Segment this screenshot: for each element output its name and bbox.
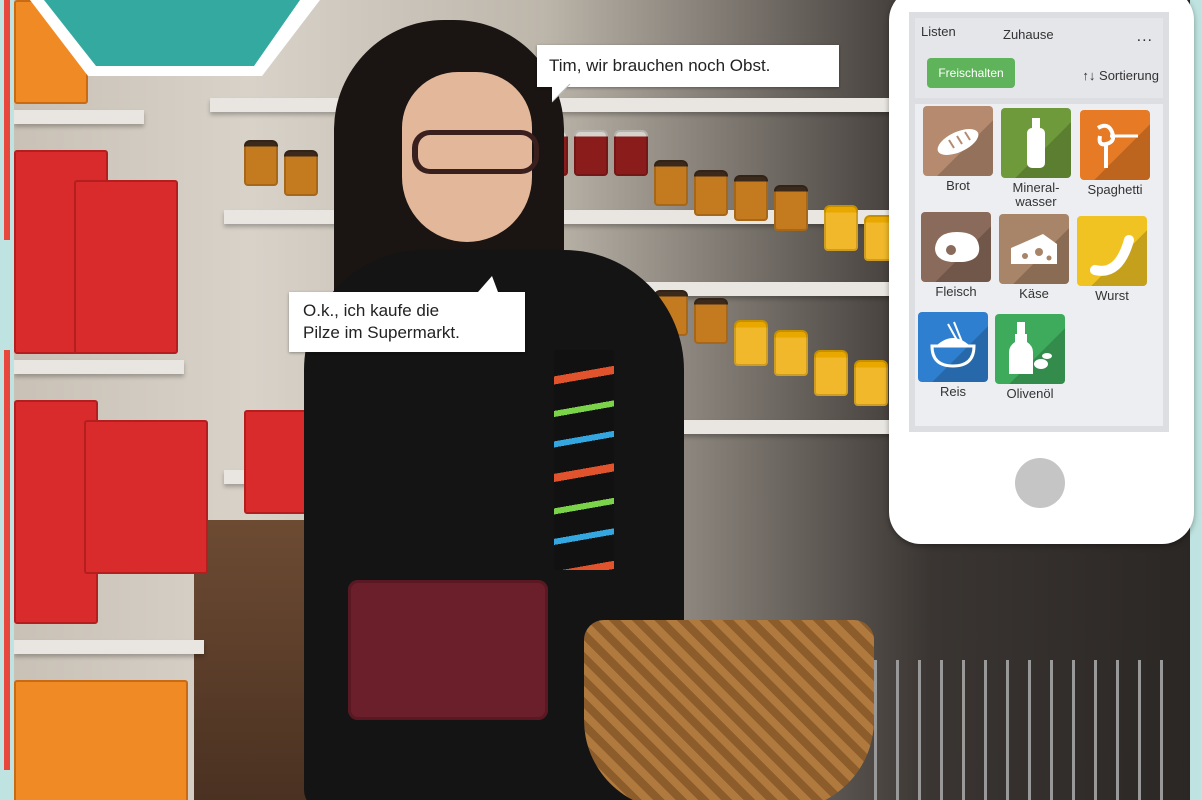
jar: [814, 350, 848, 396]
item-label: Brot: [946, 178, 970, 193]
speech-text-line1: O.k., ich kaufe die: [303, 301, 440, 320]
speech-bubble-phone: Tim, wir brauchen noch Obst.: [537, 45, 839, 87]
item-label: Wurst: [1095, 288, 1129, 303]
speech-text-line2: Pilze im Supermarkt.: [303, 323, 460, 342]
spaghetti-icon: [1080, 110, 1150, 180]
jar: [774, 330, 808, 376]
snack-bags: [14, 680, 188, 800]
item-spaghetti[interactable]: Spaghetti: [1077, 110, 1153, 197]
item-olivenoel[interactable]: Olivenöl: [992, 314, 1068, 401]
app-header: Listen Zuhause ... Freischalten ↑↓ Sorti…: [915, 18, 1163, 98]
item-label: Reis: [939, 384, 966, 399]
handbag: [348, 580, 548, 720]
tab-zuhause[interactable]: Zuhause: [1003, 27, 1054, 42]
item-label: Olivenöl: [1006, 386, 1054, 401]
shelf: [14, 640, 204, 654]
teal-hexagon-decoration: [30, 0, 320, 76]
shopping-basket: [584, 620, 874, 800]
cracker-box: [84, 420, 208, 574]
phone-screen: Listen Zuhause ... Freischalten ↑↓ Sorti…: [909, 12, 1169, 432]
rice-bowl-icon: [918, 312, 988, 382]
speech-text: Tim, wir brauchen noch Obst.: [549, 56, 771, 75]
shelf: [14, 110, 144, 124]
jar: [774, 185, 808, 231]
item-kaese[interactable]: Käse: [996, 214, 1072, 301]
striped-sweater: [554, 350, 614, 570]
item-label: Fleisch: [935, 284, 977, 299]
jar: [824, 205, 858, 251]
cheese-icon: [999, 214, 1069, 284]
jar: [244, 140, 278, 186]
bottle-icon: [1001, 108, 1071, 178]
item-mineralwasser[interactable]: Mineral- wasser: [998, 108, 1074, 209]
woman-shopping: [284, 20, 874, 800]
olive-oil-icon: [995, 314, 1065, 384]
jar: [734, 175, 768, 221]
item-fleisch[interactable]: Fleisch: [918, 212, 994, 299]
left-border: [0, 0, 14, 800]
meat-icon: [921, 212, 991, 282]
bread-icon: [923, 106, 993, 176]
jar: [734, 320, 768, 366]
jar: [854, 360, 888, 406]
shopping-cart: [874, 660, 1174, 800]
item-label: Käse: [1019, 286, 1049, 301]
phone-mockup: Listen Zuhause ... Freischalten ↑↓ Sorti…: [889, 0, 1194, 544]
item-wurst[interactable]: Wurst: [1074, 216, 1150, 303]
glasses: [412, 130, 539, 174]
shelf: [14, 360, 184, 374]
speech-bubble-tail: [551, 84, 571, 103]
tab-listen[interactable]: Listen: [921, 24, 956, 39]
more-menu-icon[interactable]: ...: [1137, 28, 1153, 46]
unlock-button[interactable]: Freischalten: [927, 58, 1015, 88]
cracker-box: [74, 180, 178, 354]
shopping-item-grid: Brot Mineral- wasser Spaghetti Fleisch K…: [915, 104, 1163, 426]
item-brot[interactable]: Brot: [920, 106, 996, 193]
speech-bubble-tail: [478, 276, 498, 292]
sausage-icon: [1077, 216, 1147, 286]
sort-button[interactable]: ↑↓ Sortierung: [1082, 68, 1159, 83]
item-reis[interactable]: Reis: [915, 312, 991, 399]
item-label: Spaghetti: [1087, 182, 1143, 197]
home-button[interactable]: [1015, 458, 1065, 508]
speech-bubble-woman: O.k., ich kaufe die Pilze im Supermarkt.: [289, 292, 525, 352]
item-label: Mineral- wasser: [1012, 180, 1060, 209]
